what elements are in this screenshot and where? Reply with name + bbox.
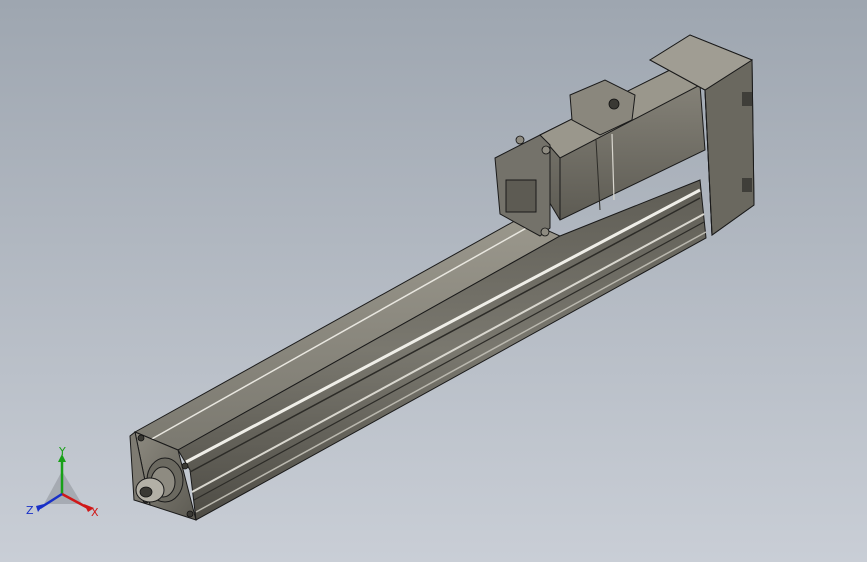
actuator-body	[133, 179, 707, 521]
coordinate-triad: Y X Z	[22, 445, 112, 526]
z-axis-label: Z	[26, 504, 34, 517]
graphics-viewport[interactable]: Y X Z	[0, 0, 867, 562]
y-axis-label: Y	[58, 446, 66, 458]
linear-actuator-model[interactable]	[0, 0, 867, 562]
x-axis-label: X	[91, 506, 99, 519]
z-axis-arrowhead	[36, 504, 44, 512]
